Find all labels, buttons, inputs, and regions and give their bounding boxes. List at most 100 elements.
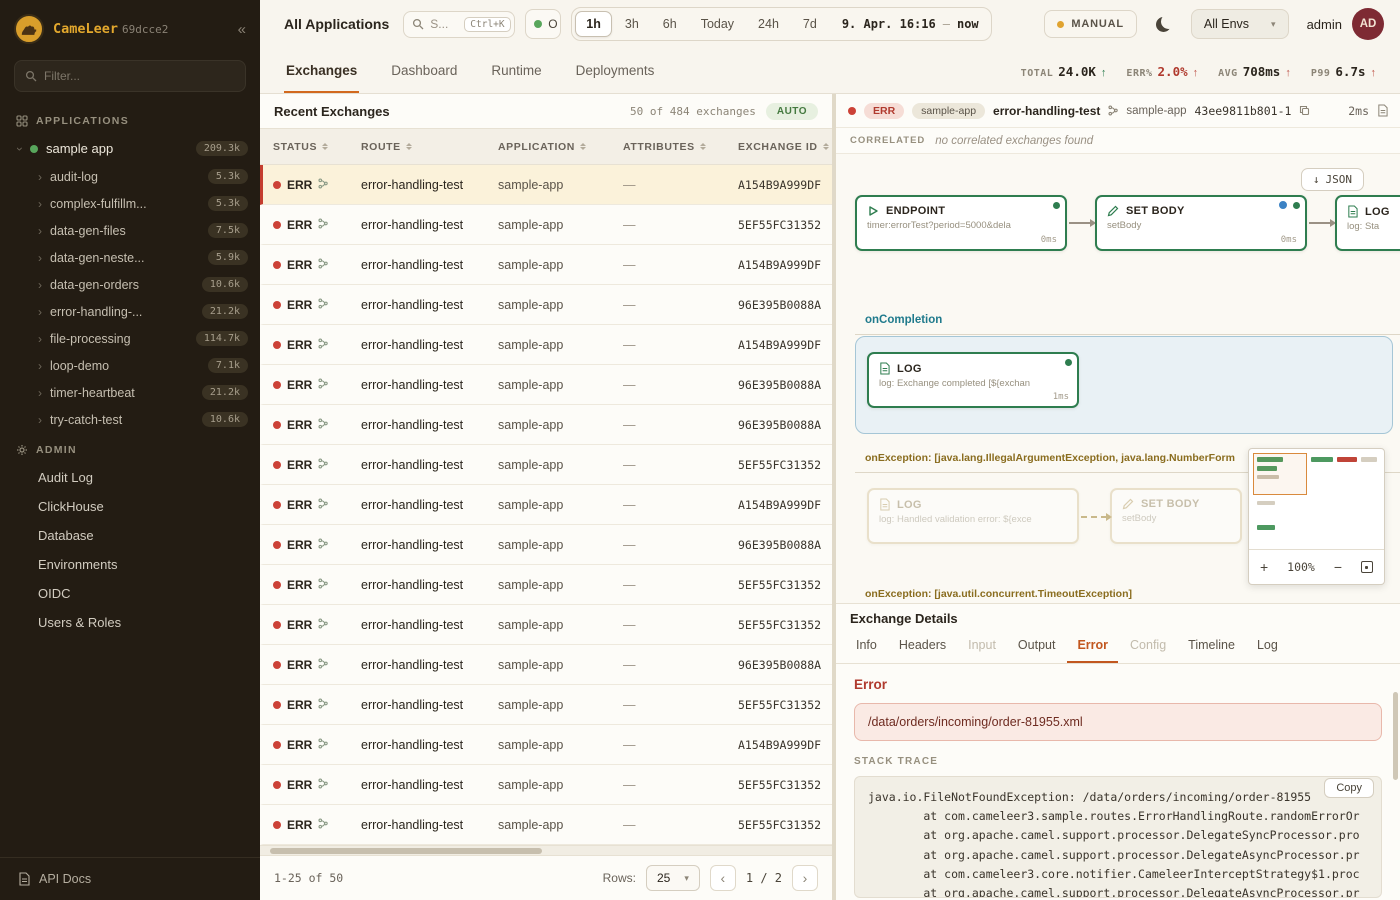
- exchange-row[interactable]: ERR error-handling-test sample-app — 5EF…: [260, 445, 832, 485]
- exchange-row[interactable]: ERR error-handling-test sample-app — 5EF…: [260, 205, 832, 245]
- sidebar-admin-item[interactable]: Environments: [0, 550, 260, 579]
- sidebar-admin-item[interactable]: Users & Roles: [0, 608, 260, 637]
- exchange-table-header: STATUS ROUTE APPLICATION: [260, 128, 832, 165]
- time-range-button[interactable]: 24h: [747, 11, 790, 37]
- main-tab[interactable]: Exchanges: [284, 51, 359, 93]
- refresh-mode-button[interactable]: MANUAL: [1044, 10, 1136, 38]
- flow-node-exception-set-body[interactable]: SET BODY setBody: [1110, 488, 1242, 544]
- exchange-row[interactable]: ERR error-handling-test sample-app — 96E…: [260, 405, 832, 445]
- exchange-row[interactable]: ERR error-handling-test sample-app — A15…: [260, 165, 832, 205]
- global-search[interactable]: Ctrl+K: [403, 11, 515, 38]
- exchange-row[interactable]: ERR error-handling-test sample-app — A15…: [260, 325, 832, 365]
- prev-page-button[interactable]: ‹: [710, 865, 736, 891]
- time-range-button[interactable]: 1h: [575, 11, 612, 37]
- attributes-cell: —: [623, 418, 738, 432]
- exchange-row[interactable]: ERR error-handling-test sample-app — A15…: [260, 725, 832, 765]
- minimap-canvas[interactable]: [1249, 449, 1384, 550]
- exchange-row[interactable]: ERR error-handling-test sample-app — 96E…: [260, 525, 832, 565]
- admin-label: ADMIN: [36, 444, 77, 456]
- search-input[interactable]: [430, 17, 458, 31]
- sidebar-route-item[interactable]: › file-processing 114.7k: [0, 325, 260, 352]
- route-flow-canvas[interactable]: ↓ JSON ENDPOINT timer:errorTest?period=5…: [836, 154, 1400, 604]
- sidebar-route-item[interactable]: › audit-log 5.3k: [0, 163, 260, 190]
- sidebar-route-item[interactable]: › complex-fulfillm... 5.3k: [0, 190, 260, 217]
- flow-node-endpoint[interactable]: ENDPOINT timer:errorTest?period=5000&del…: [855, 195, 1067, 251]
- details-tab[interactable]: Config: [1120, 631, 1176, 663]
- fit-view-button[interactable]: [1361, 561, 1373, 573]
- exchange-row[interactable]: ERR error-handling-test sample-app — A15…: [260, 485, 832, 525]
- sidebar-admin-item[interactable]: Audit Log: [0, 463, 260, 492]
- rows-per-page-select[interactable]: 25 ▾: [646, 865, 700, 891]
- copy-stack-button[interactable]: Copy: [1324, 778, 1374, 798]
- sidebar-admin-item[interactable]: Database: [0, 521, 260, 550]
- exchange-row[interactable]: ERR error-handling-test sample-app — 96E…: [260, 645, 832, 685]
- column-header[interactable]: ROUTE: [361, 141, 498, 153]
- page-title: All Applications: [284, 16, 389, 32]
- exchange-row[interactable]: ERR error-handling-test sample-app — 5EF…: [260, 765, 832, 805]
- flow-node-set-body[interactable]: SET BODY setBody 0ms: [1095, 195, 1307, 251]
- column-header[interactable]: ATTRIBUTES: [623, 141, 738, 153]
- time-range-button[interactable]: 3h: [614, 11, 650, 37]
- sidebar-route-item[interactable]: › try-catch-test 10.6k: [0, 406, 260, 433]
- exchange-row[interactable]: ERR error-handling-test sample-app — 5EF…: [260, 805, 832, 845]
- details-tab[interactable]: Info: [846, 631, 887, 663]
- exchange-row[interactable]: ERR error-handling-test sample-app — 5EF…: [260, 605, 832, 645]
- sidebar-filter-input[interactable]: [44, 69, 235, 83]
- download-json-button[interactable]: ↓ JSON: [1301, 168, 1364, 191]
- status-label: ERR: [287, 258, 312, 272]
- main-tab[interactable]: Deployments: [574, 51, 657, 93]
- date-range-display[interactable]: 9. Apr. 16:16–now: [842, 17, 979, 31]
- auto-refresh-badge[interactable]: AUTO: [766, 103, 818, 120]
- details-tab[interactable]: Error: [1067, 631, 1118, 663]
- copy-icon[interactable]: [1299, 105, 1310, 116]
- sidebar-admin-item[interactable]: ClickHouse: [0, 492, 260, 521]
- live-dot: [534, 20, 542, 28]
- sidebar-route-item[interactable]: › data-gen-files 7.5k: [0, 217, 260, 244]
- sidebar-route-item[interactable]: › loop-demo 7.1k: [0, 352, 260, 379]
- time-range-button[interactable]: Today: [690, 11, 745, 37]
- exchange-detail-panel: ERR sample-app error-handling-test sampl…: [836, 94, 1400, 900]
- next-page-button[interactable]: ›: [792, 865, 818, 891]
- details-tab[interactable]: Timeline: [1178, 631, 1245, 663]
- vertical-scrollbar-thumb[interactable]: [1393, 692, 1398, 780]
- avatar[interactable]: AD: [1352, 8, 1384, 40]
- dark-mode-toggle[interactable]: [1147, 7, 1181, 41]
- details-tab[interactable]: Input: [958, 631, 1006, 663]
- exchange-row[interactable]: ERR error-handling-test sample-app — 96E…: [260, 365, 832, 405]
- environment-select[interactable]: All Envs ▾: [1191, 9, 1289, 39]
- minimap-viewport[interactable]: [1253, 453, 1307, 495]
- copy-document-icon[interactable]: [1377, 104, 1388, 117]
- exchange-row[interactable]: ERR error-handling-test sample-app — A15…: [260, 245, 832, 285]
- main-tab[interactable]: Dashboard: [389, 51, 459, 93]
- sidebar-item-sample-app[interactable]: › sample app 209.3k: [0, 134, 260, 163]
- flow-node-exception-log[interactable]: LOG log: Handled validation error: ${exc…: [867, 488, 1079, 544]
- column-header[interactable]: EXCHANGE ID: [738, 141, 832, 153]
- zoom-in-button[interactable]: +: [1260, 559, 1268, 575]
- exchange-row[interactable]: ERR error-handling-test sample-app — 5EF…: [260, 565, 832, 605]
- details-tab[interactable]: Headers: [889, 631, 956, 663]
- exchange-row[interactable]: ERR error-handling-test sample-app — 5EF…: [260, 685, 832, 725]
- sidebar-route-item[interactable]: › data-gen-orders 10.6k: [0, 271, 260, 298]
- time-range-button[interactable]: 7d: [792, 11, 828, 37]
- collapse-sidebar-icon[interactable]: «: [238, 21, 246, 38]
- zoom-out-button[interactable]: −: [1334, 559, 1342, 575]
- horizontal-scrollbar-thumb[interactable]: [270, 848, 542, 854]
- main-tab[interactable]: Runtime: [489, 51, 543, 93]
- details-tab[interactable]: Output: [1008, 631, 1066, 663]
- exchange-id-cell: 96E395B0088A: [738, 538, 832, 552]
- sidebar-route-item[interactable]: › data-gen-neste... 5.9k: [0, 244, 260, 271]
- flow-node-log[interactable]: LOG log: Sta: [1335, 195, 1400, 251]
- live-toggle[interactable]: O: [525, 9, 561, 39]
- details-tab[interactable]: Log: [1247, 631, 1288, 663]
- exchange-row[interactable]: ERR error-handling-test sample-app — 96E…: [260, 285, 832, 325]
- row-range-label: 1-25 of 50: [274, 871, 343, 885]
- column-header[interactable]: STATUS: [273, 141, 361, 153]
- time-range-button[interactable]: 6h: [652, 11, 688, 37]
- column-header[interactable]: APPLICATION: [498, 141, 623, 153]
- sidebar-admin-item[interactable]: OIDC: [0, 579, 260, 608]
- attributes-cell: —: [623, 818, 738, 832]
- flow-node-completion-log[interactable]: LOG log: Exchange completed [${exchan 1m…: [867, 352, 1079, 408]
- sidebar-route-item[interactable]: › timer-heartbeat 21.2k: [0, 379, 260, 406]
- sidebar-route-item[interactable]: › error-handling-... 21.2k: [0, 298, 260, 325]
- api-docs-link[interactable]: API Docs: [0, 857, 260, 900]
